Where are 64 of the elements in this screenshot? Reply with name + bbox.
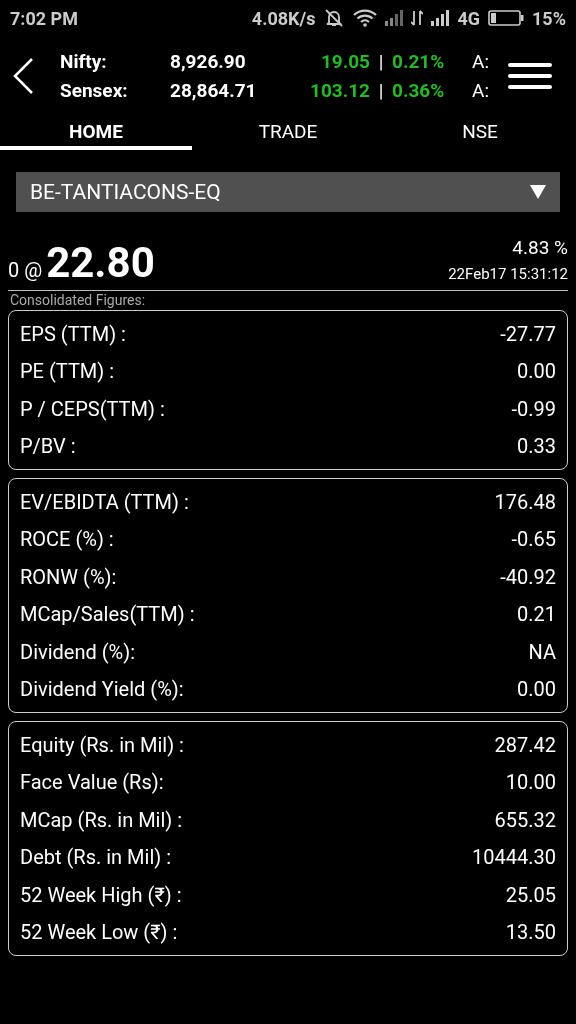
metric-value: 13.50: [505, 920, 556, 945]
metric-value: 176.48: [494, 489, 556, 514]
dropdown-caret-icon: [530, 185, 546, 199]
signal-icon: [431, 10, 450, 26]
metric-label: P/BV :: [20, 434, 76, 459]
status-time: 7:02 PM: [10, 7, 78, 29]
last-price: 22.80: [46, 238, 155, 287]
tab[interactable]: NSE: [384, 116, 576, 150]
index-change: 103.12: [309, 79, 370, 102]
metric-label: 52 Week High (₹) :: [20, 882, 182, 907]
metric-value: 10.00: [505, 770, 556, 795]
metric-value: 10444.30: [472, 845, 556, 870]
metric-label: PE (TTM) :: [20, 359, 115, 384]
data-arrows-icon: [411, 10, 424, 26]
index-percent: 0.36%: [392, 79, 446, 102]
metric-label: Equity (Rs. in Mil) :: [20, 732, 184, 757]
metric-label: EV/EBIDTA (TTM) :: [20, 489, 189, 514]
index-change: 19.05: [319, 50, 370, 73]
menu-button[interactable]: [508, 62, 552, 90]
network-speed: 4.08K/s: [251, 7, 316, 29]
index-value: 8,926.90: [170, 50, 247, 73]
quantity-text: 0 @: [8, 258, 43, 282]
metric-label: Face Value (Rs):: [20, 770, 164, 795]
tab[interactable]: HOME: [0, 116, 192, 150]
metric-value: -40.92: [500, 564, 556, 589]
index-name: Nifty:: [60, 50, 108, 73]
metric-value: NA: [528, 639, 556, 664]
metric-label: ROCE (%) :: [20, 527, 114, 552]
section-title: Consolidated Figures:: [10, 292, 147, 308]
tab[interactable]: TRADE: [192, 116, 384, 150]
metric-label: 52 Week Low (₹) :: [20, 920, 178, 945]
metric-value: 0.00: [517, 677, 556, 702]
metric-value: -27.77: [500, 321, 556, 346]
network-type: 4G: [457, 7, 481, 29]
separator: |: [377, 79, 385, 102]
metric-value: 287.42: [494, 732, 556, 757]
metric-value: 655.32: [494, 807, 556, 832]
metric-label: Dividend (%):: [20, 639, 135, 664]
timestamp: 22Feb17 15:31:12: [448, 265, 568, 283]
change-percent: 4.83 %: [512, 236, 568, 259]
metric-value: 25.05: [505, 882, 556, 907]
metric-value: 0.00: [517, 359, 556, 384]
metric-label: P / CEPS(TTM) :: [20, 396, 165, 421]
metric-value: 0.33: [517, 434, 556, 459]
index-extra: A:: [472, 50, 490, 73]
metric-value: -0.65: [511, 527, 556, 552]
wifi-icon: [353, 9, 378, 27]
scrip-dropdown[interactable]: BE-TANTIACONS-EQ: [16, 172, 560, 212]
metric-label: RONW (%):: [20, 564, 117, 589]
metric-label: Debt (Rs. in Mil) :: [20, 845, 171, 870]
metric-label: MCap (Rs. in Mil) :: [20, 807, 183, 832]
metric-label: EPS (TTM) :: [20, 321, 126, 346]
index-extra: A:: [472, 79, 490, 102]
index-name: Sensex:: [60, 79, 129, 102]
metric-label: MCap/Sales(TTM) :: [20, 602, 195, 627]
index-value: 28,864.71: [170, 79, 258, 102]
battery-icon: [488, 10, 525, 26]
metric-label: Dividend Yield (%):: [20, 677, 184, 702]
signal-icon: [385, 10, 404, 26]
index-percent: 0.21%: [392, 50, 446, 73]
separator: |: [377, 50, 385, 73]
metric-value: -0.99: [511, 396, 556, 421]
metric-value: 0.21: [517, 602, 556, 627]
battery-percent: 15%: [532, 7, 566, 29]
